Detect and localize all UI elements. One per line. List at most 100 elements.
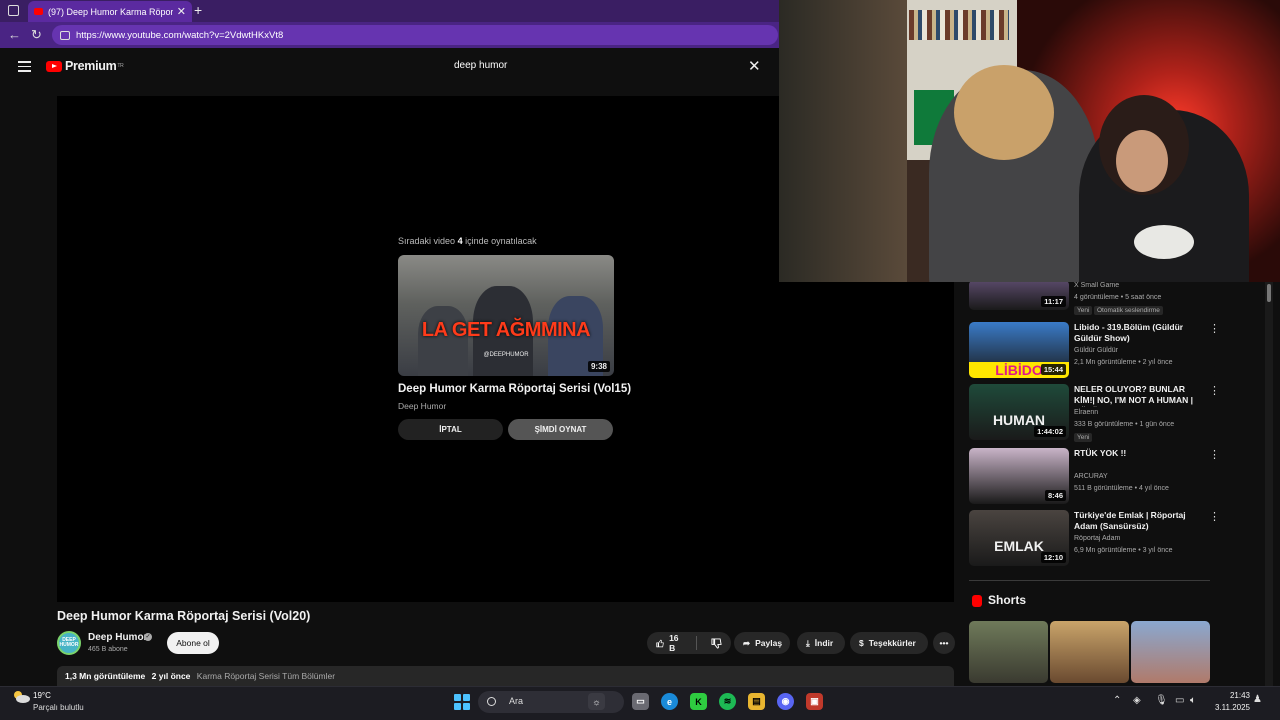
recommendation-item[interactable]: LİBİDO 15:44 Libido - 319.Bölüm (Güldür Gü… [969,322,1220,380]
short-thumbnail[interactable] [1131,621,1210,683]
volume-icon[interactable]: 🔈︎ [1190,695,1196,706]
clear-search-icon[interactable]: ✕ [748,57,761,75]
window-menu-icon[interactable] [8,5,19,16]
search-input[interactable]: deep humor [444,54,768,78]
recommendation-channel[interactable]: Güldür Güldür [1074,347,1118,354]
video-title: Deep Humor Karma Röportaj Serisi (Vol20) [57,609,311,623]
share-button[interactable]: ➦ Paylaş [734,632,790,654]
recommendation-thumbnail[interactable]: HUMAN 1:44:02 [969,384,1069,440]
short-thumbnail[interactable] [969,621,1048,683]
shorts-title: Shorts [988,593,1027,607]
weather-description[interactable]: Parçalı bulutlu [33,703,84,712]
microphone-icon[interactable]: 🎙︎ [1155,695,1168,706]
shorts-icon [972,595,982,607]
new-tab-button[interactable]: + [194,2,202,18]
webcam-person-right-face [1116,130,1168,192]
sidebar-scrollbar[interactable] [1265,282,1273,686]
playlist-tag[interactable]: Karma Röportaj Serisi Tüm Bölümler [197,671,335,681]
kick-app-icon[interactable]: K [690,693,707,710]
widget-icon[interactable]: ☼ [588,693,605,710]
thumb-overlay-text: LA GET AĞMMINA [421,319,591,341]
logo-text: Premium [65,59,117,73]
upnext-title[interactable]: Deep Humor Karma Röportaj Serisi (Vol15) [398,383,631,395]
back-arrow-icon[interactable]: ← [8,27,21,42]
network-icon[interactable]: ▭ [1175,695,1184,706]
file-explorer-icon[interactable]: ▤ [748,693,765,710]
more-options-icon[interactable]: ⋮ [1209,512,1220,523]
recommendation-meta: 2,1 Mn görüntüleme • 2 yıl önce [1074,359,1173,366]
tray-app-icon[interactable]: ◈ [1133,695,1141,706]
more-actions-button[interactable]: ••• [933,632,955,654]
upnext-countdown: Sıradaki video 4 içinde oynatılacak [398,236,537,246]
url-field[interactable]: https://www.youtube.com/watch?v=2VdwtHKx… [52,25,778,45]
discord-icon[interactable]: ◉ [777,693,794,710]
scrollbar-thumb[interactable] [1267,284,1271,302]
recommendation-channel[interactable]: Röportaj Adam [1074,535,1120,542]
recommendation-item[interactable]: EMLAK 12:10 Türkiye'de Emlak | Röportaj Ad… [969,510,1220,568]
weather-cloud-icon[interactable] [12,690,30,704]
play-now-button[interactable]: ŞİMDİ OYNAT [508,419,613,440]
youtube-premium-logo[interactable]: Premium TR [46,59,124,73]
download-icon: ⤓ [806,637,810,648]
recommendation-title[interactable]: NELER OLUYOR? BUNLAR KİM!| NO, I'M NOT A… [1074,384,1202,407]
upnext-thumbnail[interactable]: LA GET AĞMMINA @DEEPHUMOR 9:38 [398,255,614,376]
short-thumbnail[interactable] [1050,621,1129,683]
hamburger-menu-icon[interactable] [18,61,31,75]
tab-title: (97) Deep Humor Karma Röportaj [48,6,173,17]
recommendation-meta: 333 B görüntüleme • 1 gün önce [1074,421,1175,428]
recommendation-title[interactable]: Türkiye'de Emlak | Röportaj Adam (Sansür… [1074,510,1202,532]
more-options-icon[interactable]: ⋮ [1209,450,1220,461]
close-tab-icon[interactable]: ✕ [177,5,186,18]
tray-overflow-icon[interactable]: ⌃ [1113,695,1121,706]
webcam-person-left-head [954,65,1054,160]
recommendation-thumbnail[interactable]: LİBİDO 15:44 [969,322,1069,378]
channel-name[interactable]: Deep Humor [88,632,147,643]
upnext-suffix: içinde oynatılacak [465,236,537,246]
spotify-icon[interactable]: ≋ [719,693,736,710]
subscriber-count: 465 B abone [88,646,128,653]
recommendation-badge: Otomatik seslendirme [1094,306,1163,315]
recommendation-title[interactable]: Libido - 319.Bölüm (Güldür Güldür Show) [1074,322,1202,344]
channel-avatar[interactable]: DEEP HUMOR [57,631,81,655]
subscribe-button[interactable]: Abone ol [167,632,219,654]
view-count: 1,3 Mn görüntüleme [65,671,146,681]
more-options-icon[interactable]: ⋮ [1209,324,1220,335]
streaming-app-icon[interactable]: ▣ [806,693,823,710]
recommendation-thumbnail[interactable]: 11:17 [969,282,1069,310]
recommendation-title[interactable]: RTÜK YOK !! [1074,448,1202,459]
recommendation-channel[interactable]: X Small Game [1074,282,1119,289]
cancel-button[interactable]: İPTAL [398,419,503,440]
address-bar-row: ← ↻ https://www.youtube.com/watch?v=2Vdw… [0,22,780,48]
shorts-divider [969,580,1210,581]
recommendation-meta: 6,9 Mn görüntüleme • 3 yıl önce [1074,547,1173,554]
weather-temperature[interactable]: 19°C [33,691,51,700]
clock-date[interactable]: 3.11.2025 [1212,703,1250,712]
upload-age: 2 yıl önce [151,671,191,681]
recommendation-channel[interactable]: Elraenn [1074,409,1098,416]
recommendation-item[interactable]: HUMAN 1:44:02 NELER OLUYOR? BUNLAR KİM!| N… [969,384,1220,442]
thanks-button[interactable]: $ Teşekkürler [850,632,928,654]
share-label: Paylaş [755,638,783,648]
like-button[interactable]: 16 B [647,632,691,654]
start-button[interactable] [454,694,470,710]
notification-bell-icon[interactable]: ♟ [1253,694,1262,705]
recommendation-channel[interactable]: ARCURAY [1074,473,1108,480]
download-button[interactable]: ⤓ İndir [797,632,845,654]
reload-icon[interactable]: ↻ [31,27,42,43]
thumb-watermark: @DEEPHUMOR [483,352,529,358]
clock-time[interactable]: 21:43 [1226,691,1250,700]
edge-browser-icon[interactable]: e [661,693,678,710]
recommendation-badge: Yeni [1074,306,1093,315]
task-view-icon[interactable]: ▭ [632,693,649,710]
more-options-icon[interactable]: ⋮ [1209,386,1220,397]
dislike-button[interactable] [702,632,731,654]
lock-icon [60,30,70,40]
more-horizontal-icon: ••• [939,638,949,648]
recommendation-thumbnail[interactable]: 8:46 [969,448,1069,504]
download-label: İndir [814,638,834,648]
description-box[interactable]: 1,3 Mn görüntüleme 2 yıl önce Karma Röpo… [57,666,954,686]
recommendation-badge: Yeni [1074,433,1093,442]
browser-tab[interactable]: (97) Deep Humor Karma Röportaj ✕ [28,1,192,22]
recommendation-thumbnail[interactable]: EMLAK 12:10 [969,510,1069,566]
recommendation-item[interactable]: 8:46 RTÜK YOK !! ARCURAY 511 B görüntüleme … [969,448,1220,506]
